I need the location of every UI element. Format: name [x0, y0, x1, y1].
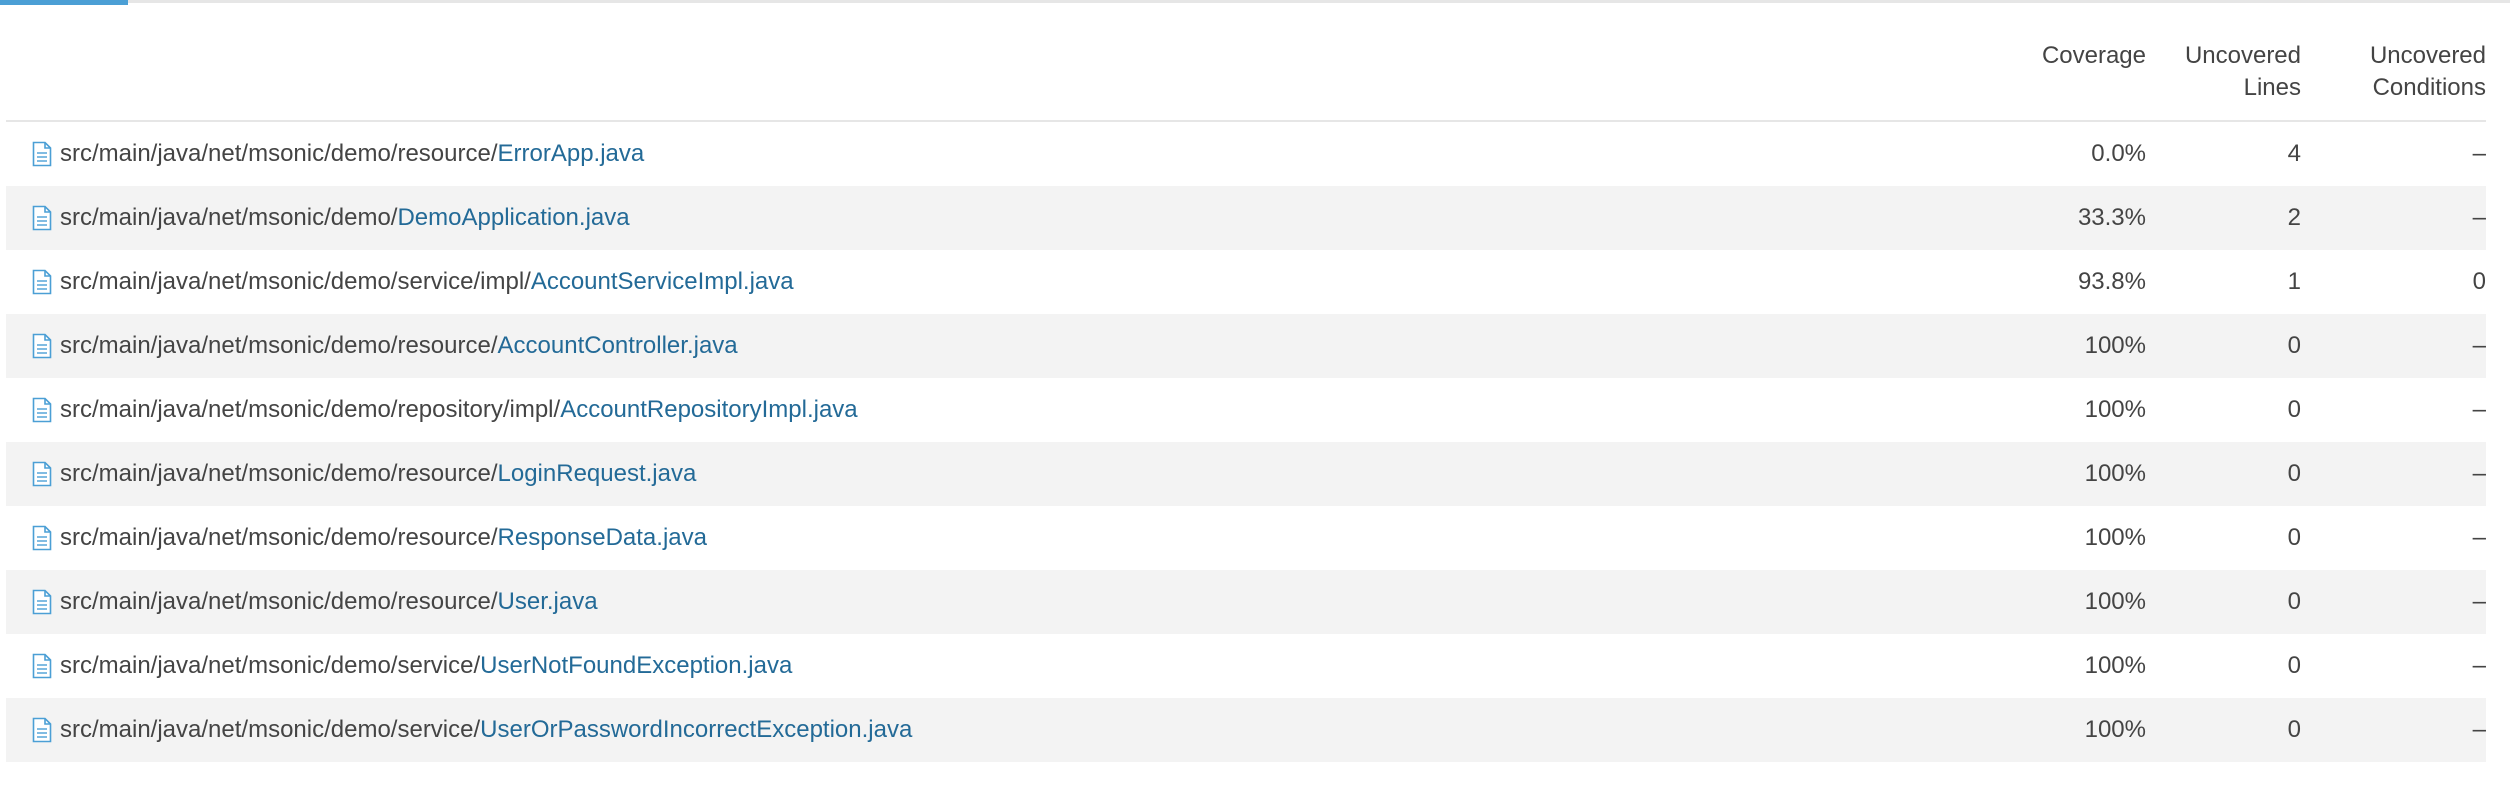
file-directory: src/main/java/net/msonic/demo/resource/ [60, 588, 498, 615]
file-cell: src/main/java/net/msonic/demo/service/Us… [32, 634, 792, 698]
header-coverage[interactable]: Coverage [1996, 40, 2146, 72]
header-uncovered-conditions-label-1: Uncovered [2369, 42, 2486, 69]
uncovered-lines-value[interactable]: 0 [2161, 698, 2301, 762]
file-cell: src/main/java/net/msonic/demo/repository… [32, 378, 858, 442]
file-directory: src/main/java/net/msonic/demo/service/ [60, 652, 481, 679]
active-tab-indicator[interactable] [0, 0, 128, 5]
coverage-value[interactable]: 33.3% [1996, 186, 2146, 250]
file-link[interactable]: ResponseData.java [498, 524, 707, 552]
file-icon [32, 717, 52, 743]
table-row: src/main/java/net/msonic/demo/resource/U… [6, 570, 2486, 634]
header-uncovered-lines-label-2: Lines [2243, 74, 2301, 101]
header-uncovered-lines-label-1: Uncovered [2184, 42, 2301, 69]
table-header: Coverage Uncovered Lines Uncovered Condi… [6, 6, 2486, 122]
uncovered-conditions-value: – [2472, 460, 2486, 487]
file-link[interactable]: UserOrPasswordIncorrectException.java [480, 716, 912, 744]
coverage-value[interactable]: 100% [1996, 506, 2146, 570]
uncovered-conditions-value: – [2472, 204, 2486, 231]
uncovered-conditions-value: – [2472, 716, 2486, 743]
uncovered-conditions-value: – [2472, 332, 2486, 359]
header-uncovered-conditions-label-2: Conditions [2372, 74, 2486, 101]
coverage-value[interactable]: 100% [1996, 698, 2146, 762]
file-link[interactable]: DemoApplication.java [397, 204, 629, 232]
uncovered-conditions-value: – [2472, 396, 2486, 423]
file-link[interactable]: LoginRequest.java [498, 460, 697, 488]
file-cell: src/main/java/net/msonic/demo/resource/R… [32, 506, 707, 570]
table-body: src/main/java/net/msonic/demo/resource/E… [6, 122, 2486, 762]
tab-bar-border [0, 0, 2510, 3]
coverage-value[interactable]: 93.8% [1996, 250, 2146, 314]
file-icon [32, 269, 52, 295]
uncovered-lines-value[interactable]: 4 [2161, 122, 2301, 186]
header-uncovered-conditions[interactable]: Uncovered Conditions [2336, 40, 2486, 104]
uncovered-conditions-value: – [2472, 588, 2486, 615]
file-directory: src/main/java/net/msonic/demo/service/ [60, 716, 481, 743]
coverage-value[interactable]: 100% [1996, 570, 2146, 634]
header-coverage-label: Coverage [2041, 42, 2146, 69]
table-row: src/main/java/net/msonic/demo/resource/L… [6, 442, 2486, 506]
file-cell: src/main/java/net/msonic/demo/resource/E… [32, 122, 644, 186]
file-directory: src/main/java/net/msonic/demo/resource/ [60, 140, 498, 167]
table-row: src/main/java/net/msonic/demo/repository… [6, 378, 2486, 442]
table-row: src/main/java/net/msonic/demo/resource/A… [6, 314, 2486, 378]
file-cell: src/main/java/net/msonic/demo/resource/U… [32, 570, 598, 634]
file-icon [32, 397, 52, 423]
file-directory: src/main/java/net/msonic/demo/resource/ [60, 332, 498, 359]
file-icon [32, 333, 52, 359]
file-link[interactable]: User.java [498, 588, 598, 616]
table-row: src/main/java/net/msonic/demo/service/Us… [6, 698, 2486, 762]
file-link[interactable]: AccountRepositoryImpl.java [560, 396, 857, 424]
file-link[interactable]: ErrorApp.java [498, 140, 645, 168]
coverage-page: Coverage Uncovered Lines Uncovered Condi… [0, 0, 2510, 792]
header-uncovered-lines[interactable]: Uncovered Lines [2161, 40, 2301, 104]
uncovered-lines-value[interactable]: 2 [2161, 186, 2301, 250]
coverage-table: Coverage Uncovered Lines Uncovered Condi… [6, 6, 2486, 762]
file-cell: src/main/java/net/msonic/demo/resource/L… [32, 442, 696, 506]
file-icon [32, 653, 52, 679]
file-icon [32, 525, 52, 551]
uncovered-lines-value[interactable]: 0 [2161, 506, 2301, 570]
uncovered-conditions-value: – [2472, 524, 2486, 551]
file-cell: src/main/java/net/msonic/demo/service/im… [32, 250, 794, 314]
file-icon [32, 141, 52, 167]
uncovered-lines-value[interactable]: 0 [2161, 634, 2301, 698]
file-cell: src/main/java/net/msonic/demo/resource/A… [32, 314, 738, 378]
uncovered-lines-value[interactable]: 0 [2161, 442, 2301, 506]
file-cell: src/main/java/net/msonic/demo/service/Us… [32, 698, 912, 762]
file-icon [32, 205, 52, 231]
file-directory: src/main/java/net/msonic/demo/ [60, 204, 398, 231]
file-directory: src/main/java/net/msonic/demo/resource/ [60, 524, 498, 551]
table-row: src/main/java/net/msonic/demo/service/Us… [6, 634, 2486, 698]
uncovered-lines-value[interactable]: 0 [2161, 378, 2301, 442]
file-icon [32, 461, 52, 487]
uncovered-conditions-value: 0 [2472, 268, 2486, 295]
uncovered-conditions-value: – [2472, 140, 2486, 167]
file-directory: src/main/java/net/msonic/demo/service/im… [60, 268, 531, 295]
uncovered-lines-value[interactable]: 1 [2161, 250, 2301, 314]
file-link[interactable]: UserNotFoundException.java [480, 652, 792, 680]
coverage-value[interactable]: 100% [1996, 634, 2146, 698]
table-row: src/main/java/net/msonic/demo/DemoApplic… [6, 186, 2486, 250]
file-directory: src/main/java/net/msonic/demo/repository… [60, 396, 561, 423]
coverage-value[interactable]: 100% [1996, 314, 2146, 378]
file-link[interactable]: AccountController.java [498, 332, 738, 360]
table-row: src/main/java/net/msonic/demo/resource/R… [6, 506, 2486, 570]
file-directory: src/main/java/net/msonic/demo/resource/ [60, 460, 498, 487]
table-row: src/main/java/net/msonic/demo/service/im… [6, 250, 2486, 314]
file-icon [32, 589, 52, 615]
file-link[interactable]: AccountServiceImpl.java [531, 268, 794, 296]
file-cell: src/main/java/net/msonic/demo/DemoApplic… [32, 186, 630, 250]
coverage-value[interactable]: 0.0% [1996, 122, 2146, 186]
coverage-value[interactable]: 100% [1996, 442, 2146, 506]
uncovered-conditions-value: – [2472, 652, 2486, 679]
coverage-value[interactable]: 100% [1996, 378, 2146, 442]
uncovered-lines-value[interactable]: 0 [2161, 570, 2301, 634]
uncovered-lines-value[interactable]: 0 [2161, 314, 2301, 378]
table-row: src/main/java/net/msonic/demo/resource/E… [6, 122, 2486, 186]
